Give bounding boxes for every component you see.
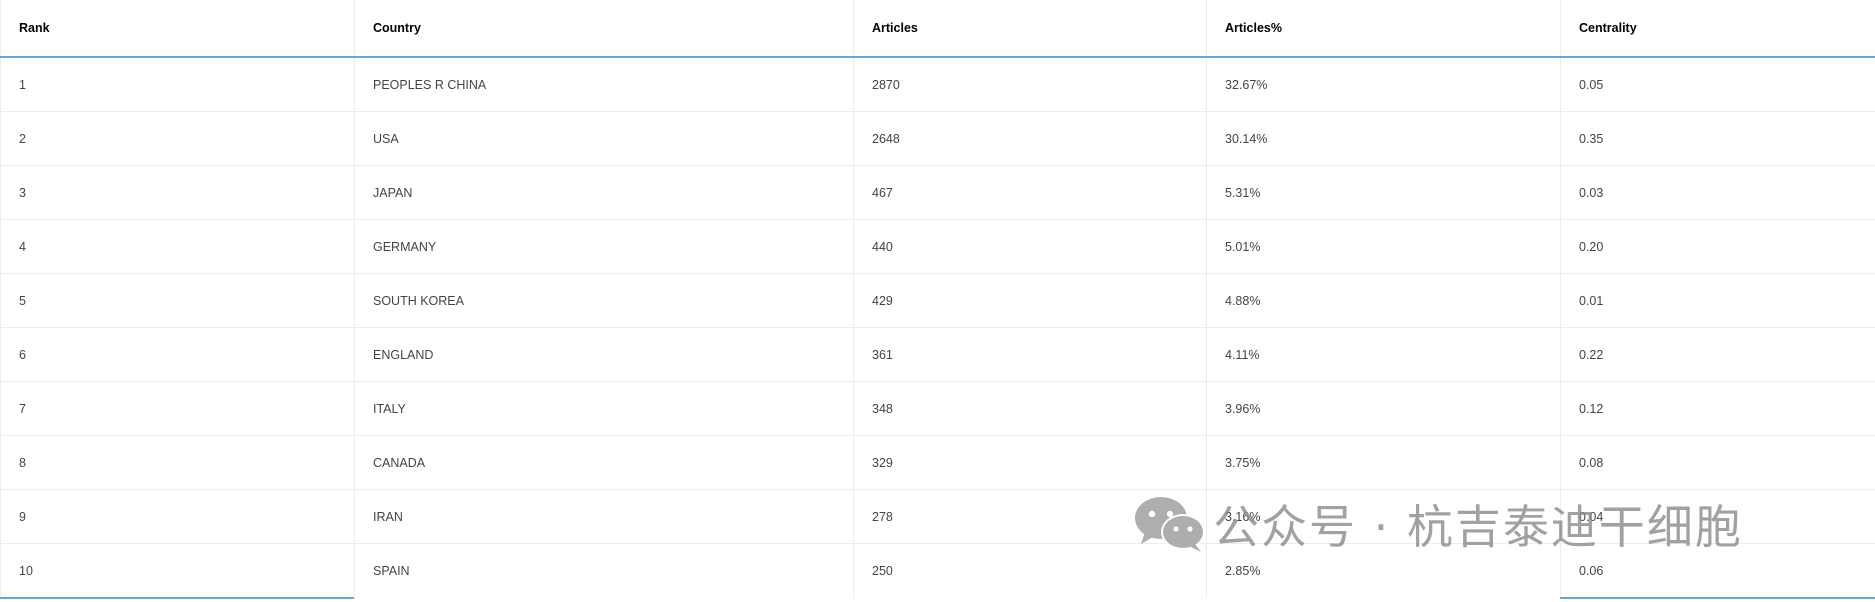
header-country[interactable]: Country — [354, 0, 853, 56]
header-centrality[interactable]: Centrality — [1560, 0, 1875, 56]
cell-articles: 2870 — [853, 58, 1206, 111]
cell-centrality: 0.03 — [1560, 166, 1875, 219]
table-row: 2 USA 2648 30.14% 0.35 — [0, 112, 1875, 166]
cell-centrality: 0.01 — [1560, 274, 1875, 327]
table-header-row: Rank Country Articles Articles% Centrali… — [0, 0, 1875, 58]
cell-country: CANADA — [354, 436, 853, 489]
table-row: 1 PEOPLES R CHINA 2870 32.67% 0.05 — [0, 58, 1875, 112]
cell-articles-percent: 4.11% — [1206, 328, 1560, 381]
cell-articles: 440 — [853, 220, 1206, 273]
cell-articles-percent: 4.88% — [1206, 274, 1560, 327]
cell-articles-percent: 5.31% — [1206, 166, 1560, 219]
cell-centrality: 0.22 — [1560, 328, 1875, 381]
cell-articles-percent: 3.96% — [1206, 382, 1560, 435]
cell-articles-percent: 30.14% — [1206, 112, 1560, 165]
watermark: 公众号 · 杭吉泰迪干细胞 — [1133, 494, 1743, 554]
header-articles-percent[interactable]: Articles% — [1206, 0, 1560, 56]
cell-articles: 467 — [853, 166, 1206, 219]
table-row: 3 JAPAN 467 5.31% 0.03 — [0, 166, 1875, 220]
cell-articles-percent: 32.67% — [1206, 58, 1560, 111]
cell-country: ITALY — [354, 382, 853, 435]
wechat-icon — [1135, 497, 1205, 552]
cell-rank: 5 — [0, 274, 354, 327]
table-row: 7 ITALY 348 3.96% 0.12 — [0, 382, 1875, 436]
cell-centrality: 0.12 — [1560, 382, 1875, 435]
cell-country: SPAIN — [354, 544, 853, 598]
table-row: 4 GERMANY 440 5.01% 0.20 — [0, 220, 1875, 274]
watermark-text: 公众号 · 杭吉泰迪干细胞 — [1213, 500, 1743, 554]
table-row: 8 CANADA 329 3.75% 0.08 — [0, 436, 1875, 490]
cell-articles: 361 — [853, 328, 1206, 381]
cell-country: USA — [354, 112, 853, 165]
cell-centrality: 0.05 — [1560, 58, 1875, 111]
cell-country: GERMANY — [354, 220, 853, 273]
cell-articles: 348 — [853, 382, 1206, 435]
cell-centrality: 0.20 — [1560, 220, 1875, 273]
cell-rank: 9 — [0, 490, 354, 543]
table-row: 6 ENGLAND 361 4.11% 0.22 — [0, 328, 1875, 382]
cell-articles: 429 — [853, 274, 1206, 327]
cell-rank: 10 — [0, 544, 354, 598]
cell-rank: 6 — [0, 328, 354, 381]
header-articles[interactable]: Articles — [853, 0, 1206, 56]
cell-rank: 7 — [0, 382, 354, 435]
cell-articles: 2648 — [853, 112, 1206, 165]
cell-centrality: 0.08 — [1560, 436, 1875, 489]
cell-rank: 4 — [0, 220, 354, 273]
cell-country: JAPAN — [354, 166, 853, 219]
cell-centrality: 0.35 — [1560, 112, 1875, 165]
cell-articles-percent: 5.01% — [1206, 220, 1560, 273]
cell-articles: 329 — [853, 436, 1206, 489]
cell-country: IRAN — [354, 490, 853, 543]
cell-rank: 8 — [0, 436, 354, 489]
cell-articles-percent: 3.75% — [1206, 436, 1560, 489]
table-row: 5 SOUTH KOREA 429 4.88% 0.01 — [0, 274, 1875, 328]
cell-rank: 3 — [0, 166, 354, 219]
cell-rank: 1 — [0, 58, 354, 111]
cell-rank: 2 — [0, 112, 354, 165]
cell-country: ENGLAND — [354, 328, 853, 381]
header-rank[interactable]: Rank — [0, 0, 354, 56]
cell-country: PEOPLES R CHINA — [354, 58, 853, 111]
cell-country: SOUTH KOREA — [354, 274, 853, 327]
